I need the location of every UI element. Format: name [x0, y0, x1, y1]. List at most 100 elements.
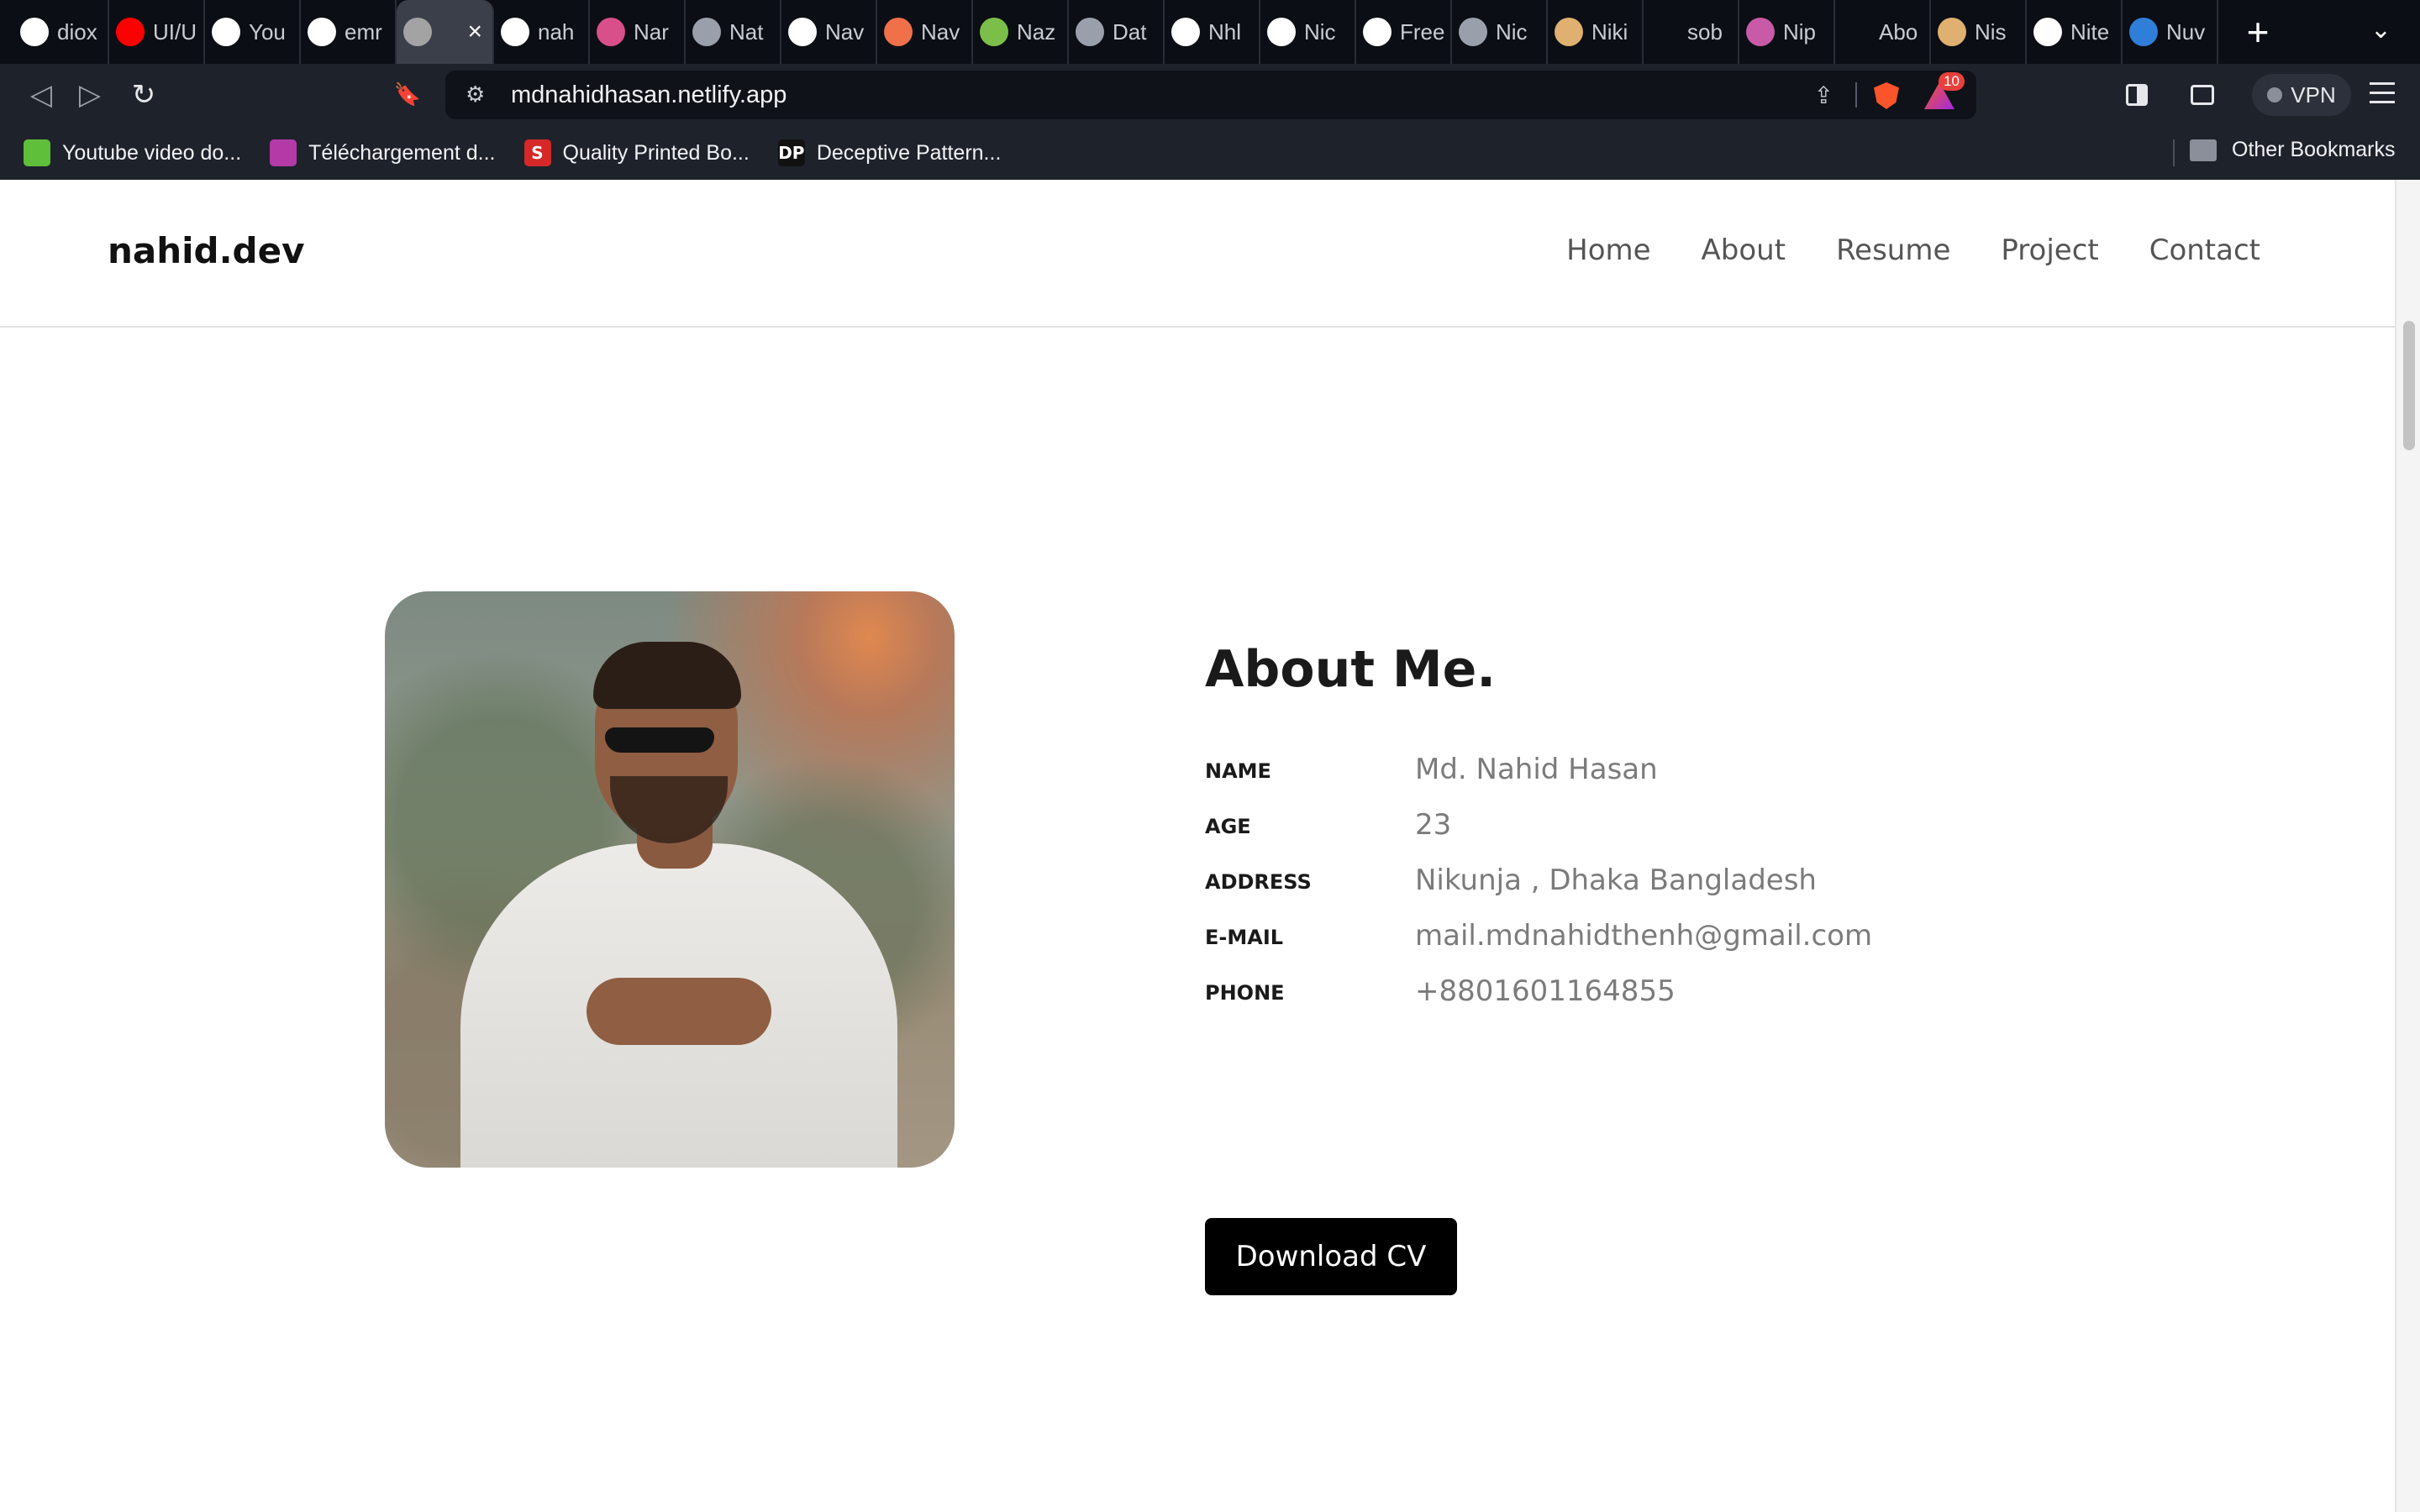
url-text[interactable]: mdnahidhasan.netlify.app: [511, 81, 786, 109]
nav-link-project[interactable]: Project: [2001, 234, 2098, 267]
tab[interactable]: sob: [1644, 0, 1739, 64]
tab-title: sob: [1687, 18, 1723, 45]
nav-link-resume[interactable]: Resume: [1836, 234, 1950, 267]
photo-icon: [1746, 18, 1775, 46]
tab[interactable]: Abo: [1835, 0, 1931, 64]
share-icon[interactable]: ⇪: [1814, 81, 1833, 109]
site-logo[interactable]: nahid.dev: [108, 230, 305, 271]
tab[interactable]: Nis: [1931, 0, 2027, 64]
tab-title: Nhl: [1208, 18, 1242, 45]
tab-title: Nite: [2070, 18, 2110, 45]
info-key: AGE: [1205, 815, 1251, 838]
nav-link-contact[interactable]: Contact: [2149, 234, 2260, 267]
tab-active[interactable]: ×: [397, 0, 494, 64]
link-icon: [1267, 18, 1296, 46]
id-icon: [1363, 18, 1392, 46]
tab[interactable]: Nar: [590, 0, 686, 64]
tab[interactable]: Nip: [1739, 0, 1835, 64]
wallet-icon[interactable]: [2185, 77, 2220, 113]
tab[interactable]: Nav: [781, 0, 877, 64]
page-content: nahid.dev Home About Resume Project Cont…: [0, 180, 2420, 1512]
vpn-button[interactable]: VPN: [2252, 74, 2351, 116]
info-value[interactable]: +8801601164855: [1415, 974, 1676, 1008]
sidebar-toggle-icon[interactable]: [2119, 77, 2154, 113]
cartoon-icon: [980, 18, 1008, 46]
face-icon: [884, 18, 913, 46]
tab-title: Nic: [1496, 18, 1528, 45]
brave-shields-icon[interactable]: [1874, 82, 1899, 109]
terminal-icon: [1650, 18, 1679, 46]
tab[interactable]: Nav: [877, 0, 973, 64]
tab-title: Nar: [634, 18, 669, 45]
tab[interactable]: Nuv: [2123, 0, 2218, 64]
tab-title: Niki: [1591, 18, 1628, 45]
nav-link-home[interactable]: Home: [1566, 234, 1650, 267]
tab[interactable]: diox: [13, 0, 109, 64]
info-value: Md. Nahid Hasan: [1415, 753, 1658, 786]
tab-title: You: [249, 18, 286, 45]
tab[interactable]: Nic: [1260, 0, 1356, 64]
info-value: Nikunja , Dhaka Bangladesh: [1415, 864, 1817, 897]
notion-icon: [1171, 18, 1200, 46]
tab-strip: diox UI/U You emr × nah Nar Nat Nav Nav Naz Dat Nhl N…: [0, 0, 2420, 64]
tab[interactable]: Free: [1356, 0, 1452, 64]
dp-logo-icon: DP: [777, 139, 805, 166]
other-bookmarks-label: Other Bookmarks: [2232, 138, 2396, 161]
tab-title: Abo: [1879, 18, 1918, 45]
tab[interactable]: Nhl: [1165, 0, 1260, 64]
nav-link-about[interactable]: About: [1702, 234, 1786, 267]
profile-photo: [385, 591, 955, 1168]
tab-title: Nav: [921, 18, 960, 45]
tab[interactable]: You: [205, 0, 301, 64]
tab-title: Nat: [729, 18, 764, 45]
other-bookmarks-button[interactable]: Other Bookmarks: [2190, 138, 2396, 162]
new-tab-button[interactable]: +: [2237, 9, 2279, 55]
tab-title: Free: [1400, 18, 1445, 45]
info-row-address: ADDRESS Nikunja , Dhaka Bangladesh: [1205, 864, 1961, 906]
download-arrow-icon: [24, 139, 50, 166]
about-section: About Me. NAME Md. Nahid Hasan AGE 23 AD…: [1205, 640, 1872, 1295]
github-icon: [308, 18, 336, 46]
bookmark-item[interactable]: DP Deceptive Pattern...: [777, 139, 1001, 166]
tab[interactable]: nah: [494, 0, 590, 64]
scrollbar-thumb[interactable]: [2403, 321, 2415, 450]
address-bar[interactable]: ⚙ mdnahidhasan.netlify.app ⇪ 10: [445, 71, 1976, 119]
site-info-icon[interactable]: ⚙: [466, 82, 499, 108]
tab[interactable]: Nite: [2027, 0, 2123, 64]
bookmarks-bar: Youtube video do... Téléchargement d... S Q…: [0, 126, 2420, 180]
download-cv-button[interactable]: Download CV: [1205, 1218, 1457, 1295]
tab[interactable]: Dat: [1069, 0, 1165, 64]
reload-button[interactable]: ↻: [124, 76, 163, 114]
bookmark-item[interactable]: Youtube video do...: [24, 139, 241, 166]
blank-icon: [1842, 18, 1870, 46]
page-scrollbar[interactable]: [2395, 180, 2420, 1512]
tab[interactable]: Naz: [973, 0, 1069, 64]
menu-icon[interactable]: [2370, 82, 2395, 110]
tab[interactable]: Nat: [686, 0, 781, 64]
site-nav: Home About Resume Project Contact: [1566, 234, 2260, 267]
globe-icon: [1459, 18, 1487, 46]
tab[interactable]: Niki: [1548, 0, 1644, 64]
info-value[interactable]: mail.mdnahidthenh@gmail.com: [1415, 919, 1872, 953]
tab[interactable]: Nic: [1452, 0, 1548, 64]
vpn-label: VPN: [2291, 81, 2336, 108]
info-key: NAME: [1205, 759, 1271, 783]
about-title: About Me.: [1205, 640, 1497, 699]
tab[interactable]: UI/U: [109, 0, 205, 64]
google-icon: [20, 18, 49, 46]
forward-button[interactable]: ▷: [71, 76, 109, 114]
info-key: PHONE: [1205, 981, 1285, 1005]
close-tab-icon[interactable]: ×: [467, 18, 482, 46]
bookmark-icon[interactable]: 🔖: [388, 76, 427, 114]
tab[interactable]: emr: [301, 0, 397, 64]
github-icon: [501, 18, 529, 46]
bookmark-item[interactable]: Téléchargement d...: [270, 139, 496, 166]
tab-list-menu-icon[interactable]: ⌄: [2370, 15, 2391, 45]
address-divider: [1855, 82, 1857, 108]
bookmarks-divider: [2173, 139, 2175, 166]
info-row-age: AGE 23: [1205, 808, 1961, 850]
bookmark-item[interactable]: S Quality Printed Bo...: [523, 139, 750, 166]
back-button[interactable]: ◁: [22, 76, 60, 114]
tab-title: Naz: [1017, 18, 1056, 45]
browser-toolbar: ◁ ▷ ↻ 🔖 ⚙ mdnahidhasan.netlify.app ⇪ 10 …: [0, 64, 2420, 126]
